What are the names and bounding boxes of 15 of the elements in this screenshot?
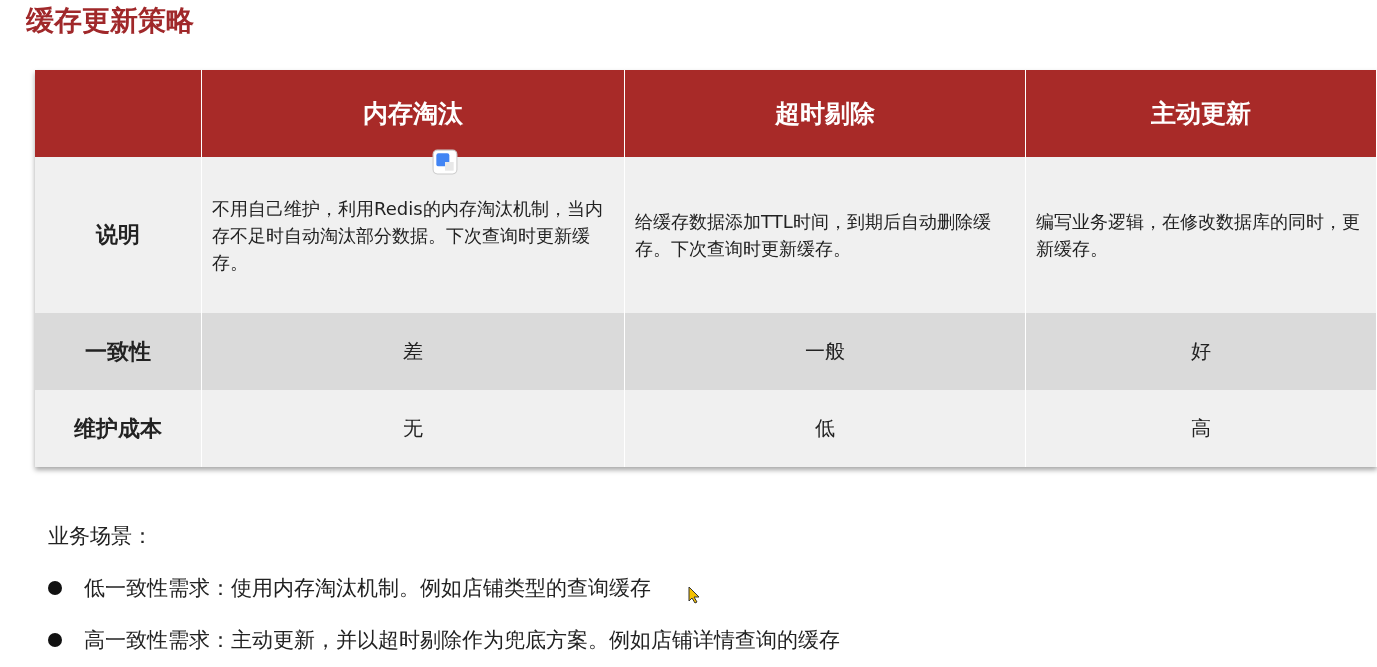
cell-text: 编写业务逻辑，在修改数据库的同时，更新缓存。	[1036, 210, 1361, 261]
translate-icon[interactable]	[432, 149, 458, 175]
table-cell: 低	[625, 390, 1026, 467]
bullet-icon	[48, 581, 62, 595]
cell-text: 不用自己维护，利用Redis的内存淘汰机制，当内存不足时自动淘汰部分数据。下次查询时更新缓存。	[212, 196, 604, 275]
bullet-text: 低一致性需求：使用内存淘汰机制。例如店铺类型的查询缓存	[84, 575, 651, 602]
table-cell: 高	[1026, 390, 1377, 467]
bullet-icon	[48, 633, 62, 647]
slide-title: 缓存更新策略	[25, 3, 195, 39]
section-heading: 业务场景：	[48, 523, 154, 550]
cell-text: 给缓存数据添加TTL时间，到期后自动删除缓存。下次查询时更新缓存。	[635, 210, 992, 261]
row-header: 维护成本	[35, 390, 202, 467]
bullet-text: 高一致性需求：主动更新，并以超时剔除作为兜底方案。例如店铺详情查询的缓存	[84, 627, 840, 654]
table-cell: 无	[202, 390, 625, 467]
cursor-icon	[688, 586, 700, 604]
